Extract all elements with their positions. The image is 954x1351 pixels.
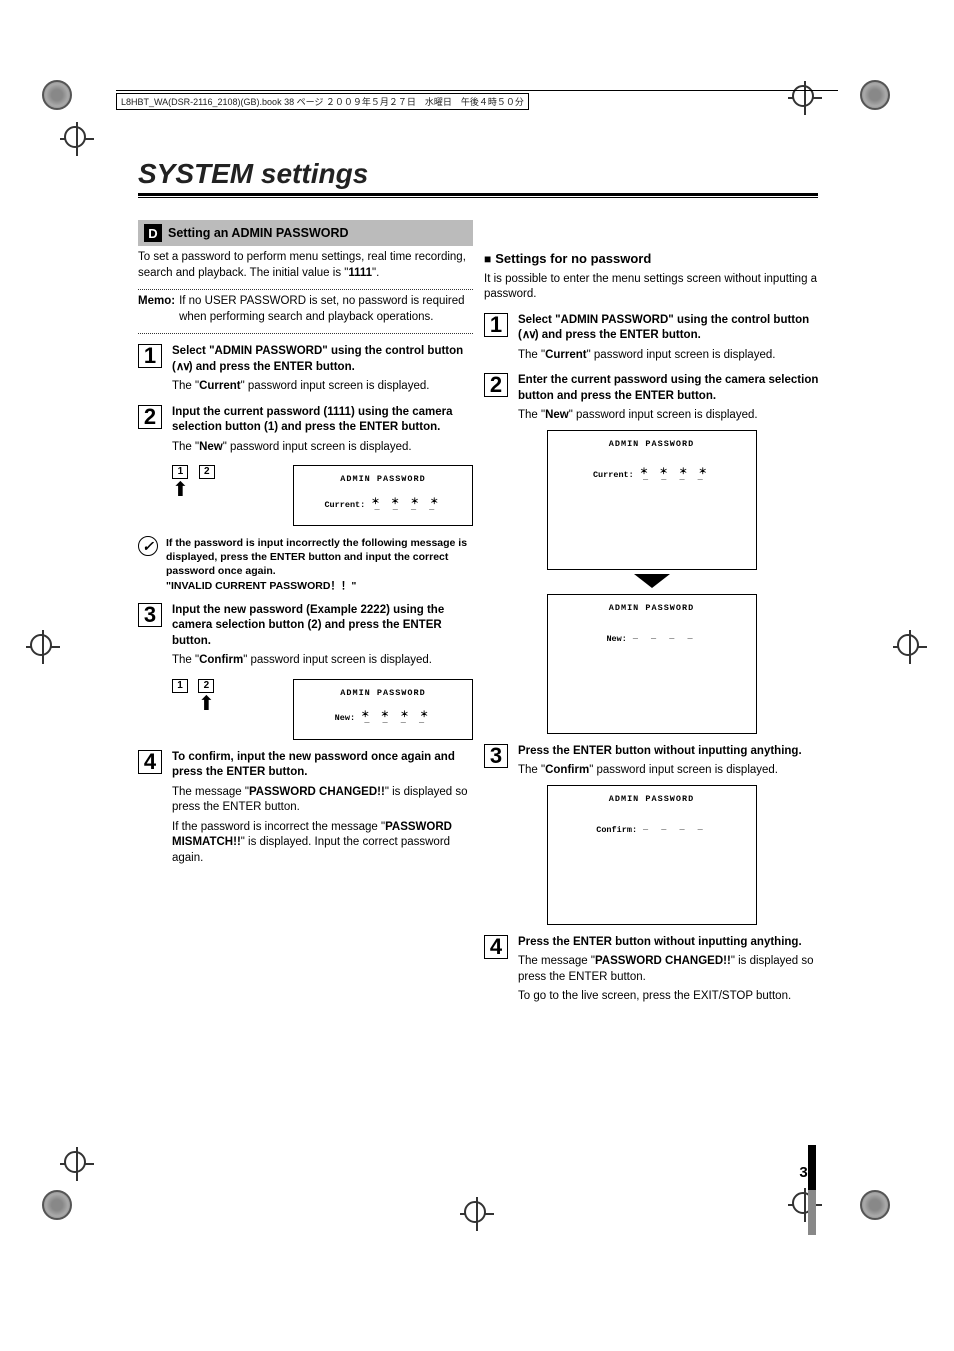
right-step-2: 2 Enter the current password using the c…: [484, 373, 819, 424]
step-num: 3: [138, 603, 162, 627]
memo-label: Memo:: [138, 294, 175, 325]
dotted-sep: [138, 333, 473, 334]
page-title: SYSTEM settings: [138, 158, 368, 190]
print-mark-tr: [860, 80, 890, 110]
right-step-1: 1 Select "ADMIN PASSWORD" using the cont…: [484, 313, 819, 364]
cam-btn-2: 2: [199, 465, 215, 479]
cam-btn-1: 1: [172, 679, 188, 693]
left-step-1: 1 Select "ADMIN PASSWORD" using the cont…: [138, 344, 473, 395]
up-arrow-icon: ⬆: [172, 483, 189, 497]
edge-tab-black: [808, 1145, 816, 1190]
screen-new-r: ADMIN PASSWORD New:_ _ _ _: [547, 594, 757, 734]
header-line: L8HBT_WA(DSR-2116_2108)(GB).book 38 ページ …: [116, 90, 838, 110]
step-num: 1: [138, 344, 162, 368]
step-num: 2: [138, 405, 162, 429]
warning: ✓ If the password is input incorrectly t…: [138, 536, 473, 593]
crosshair-tl: [60, 122, 94, 156]
crosshair-mr: [893, 630, 927, 664]
button-legend: 1 ⬆ 2: [172, 465, 215, 497]
title-underline: [138, 193, 818, 198]
right-subhead: ■ Settings for no password: [484, 250, 819, 268]
updown-icon: ∧∨: [522, 329, 535, 341]
dotted-sep: [138, 289, 473, 290]
section-badge: D: [144, 224, 162, 242]
memo: Memo: If no USER PASSWORD is set, no pas…: [138, 294, 473, 325]
screen-confirm-r: ADMIN PASSWORD Confirm:_ _ _ _: [547, 785, 757, 925]
header-text: L8HBT_WA(DSR-2116_2108)(GB).book 38 ページ …: [121, 97, 524, 107]
step-num: 4: [138, 750, 162, 774]
cam-btn-1: 1: [172, 465, 188, 479]
step-num: 2: [484, 373, 508, 397]
right-step-4: 4 Press the ENTER button without inputti…: [484, 935, 819, 1005]
screen-current-r: ADMIN PASSWORD Current:＊ ＊ ＊ ＊_ _ _ _: [547, 430, 757, 570]
memo-body: If no USER PASSWORD is set, no password …: [179, 294, 473, 325]
crosshair-bm: [460, 1197, 494, 1231]
up-arrow-icon: ⬆: [198, 697, 215, 711]
step-num: 4: [484, 935, 508, 959]
edge-tab-grey: [808, 1190, 816, 1235]
crosshair-ml: [26, 630, 60, 664]
updown-icon: ∧∨: [176, 361, 189, 373]
down-arrow-icon: [634, 574, 670, 588]
cam-btn-2: 2: [198, 679, 214, 693]
left-step-3: 3 Input the new password (Example 2222) …: [138, 603, 473, 669]
right-step-3: 3 Press the ENTER button without inputti…: [484, 744, 819, 779]
step-num: 1: [484, 313, 508, 337]
screen-current: ADMIN PASSWORD Current:＊ ＊ ＊ ＊_ _ _ _: [293, 465, 473, 526]
screen-new: ADMIN PASSWORD New:＊ ＊ ＊ ＊_ _ _ _: [293, 679, 473, 740]
crosshair-bl: [60, 1147, 94, 1181]
step-num: 3: [484, 744, 508, 768]
square-icon: ■: [484, 251, 491, 267]
print-mark-tl: [42, 80, 72, 110]
print-mark-br: [860, 1190, 890, 1220]
warning-icon: ✓: [138, 536, 158, 556]
right-intro: It is possible to enter the menu setting…: [484, 272, 819, 303]
left-step-2: 2 Input the current password (1111) usin…: [138, 405, 473, 456]
left-intro: To set a password to perform menu settin…: [138, 250, 473, 281]
button-legend: 1 2 ⬆: [172, 679, 215, 711]
section-bar: D Setting an ADMIN PASSWORD: [138, 220, 473, 246]
crosshair-br: [788, 1188, 822, 1222]
print-mark-bl: [42, 1190, 72, 1220]
left-step-4: 4 To confirm, input the new password onc…: [138, 750, 473, 867]
section-title: Setting an ADMIN PASSWORD: [168, 226, 349, 240]
